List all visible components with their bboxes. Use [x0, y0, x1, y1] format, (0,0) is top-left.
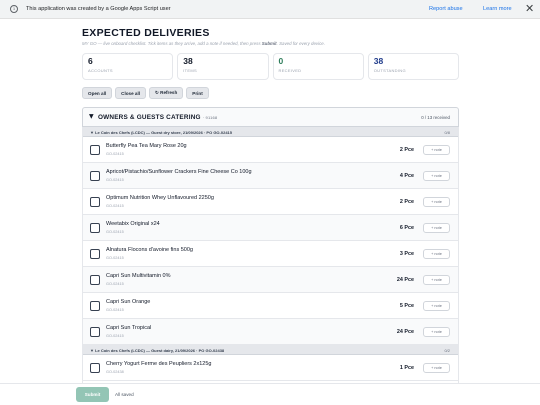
item-checkbox[interactable] [90, 171, 100, 181]
order-received-count: 0/8 [444, 130, 450, 135]
stat-label: OUTSTANDING [373, 68, 406, 74]
item-row: Apricot/Pistachio/Sunflower Crackers Fin… [83, 163, 458, 189]
print-button[interactable]: Print [186, 87, 209, 99]
owner-group-header[interactable]: ▼ OWNERS & GUESTS CATERING · 91168 0 / 13… [82, 107, 459, 127]
item-quantity: 5 Pce [399, 303, 414, 309]
item-checkbox[interactable] [90, 363, 100, 373]
item-name: Weetabix Original x24 [106, 221, 160, 227]
item-checkbox[interactable] [90, 301, 100, 311]
item-name: Alnatura Flocons d'avoine fins 500g [106, 247, 193, 253]
item-po: GO-02415 [106, 204, 124, 208]
item-name: Capri Sun Tropical [106, 325, 152, 331]
add-note-button[interactable]: + note [423, 223, 450, 233]
apps-script-banner: i This application was created by a Goog… [0, 0, 540, 19]
item-quantity: 3 Pce [399, 251, 414, 257]
add-note-button[interactable]: + note [423, 275, 450, 285]
footer-bar: Submit All saved [0, 383, 540, 405]
info-icon: i [10, 5, 18, 13]
order-received-count: 0/2 [444, 348, 450, 353]
item-name: Cherry Yogurt Ferme des Peupliers 2x125g [106, 361, 212, 367]
stat-value: 38 [183, 56, 193, 66]
report-abuse-link[interactable]: Report abuse [429, 6, 463, 12]
add-note-button[interactable]: + note [423, 301, 450, 311]
item-po: GO-02415 [106, 256, 124, 260]
item-checkbox[interactable] [90, 197, 100, 207]
stat-label: ACCOUNTS [88, 68, 113, 74]
item-row: Alnatura Flocons d'avoine fins 500g GO-02… [83, 241, 458, 267]
submit-button[interactable]: Submit [76, 387, 109, 402]
item-checkbox[interactable] [90, 145, 100, 155]
refresh-button[interactable]: ↻ Refresh [149, 87, 184, 99]
item-quantity: 24 Pce [396, 277, 414, 283]
item-row: Optimum Nutrition Whey Unflavoured 2250g… [83, 189, 458, 215]
stat-value: 0 [278, 56, 284, 66]
add-note-button[interactable]: + note [423, 197, 450, 207]
page-subtitle: MY GO — live onboard checklist. Tick ite… [82, 41, 325, 46]
item-quantity: 1 Pce [399, 365, 414, 371]
item-po: GO-02415 [106, 230, 124, 234]
banner-message: This application was created by a Google… [26, 6, 171, 12]
item-name: Capri Sun Orange [106, 299, 151, 305]
item-row: Capri Sun Tropical GO-02415 24 Pce + note [83, 319, 458, 345]
stat-label: RECEIVED [278, 68, 302, 74]
item-row: Butterfly Pea Tea Mary Rose 20g GO-02415 2… [83, 137, 458, 163]
stats-row: 6 ACCOUNTS 38 ITEMS 0 RECEIVED 38 OUTSTA… [82, 53, 459, 80]
item-row: Cherry Yogurt Ferme des Peupliers 2x125g… [83, 355, 458, 381]
item-row: Capri Sun Multivitamin 0% GO-02415 24 Pce +… [83, 267, 458, 293]
add-note-button[interactable]: + note [423, 171, 450, 181]
order-group-header[interactable]: ▼ Le Coin des Chefs (LCDC) — Guest dairy… [83, 345, 458, 355]
add-note-button[interactable]: + note [423, 249, 450, 259]
item-quantity: 2 Pce [399, 199, 414, 205]
stat-outstanding: 38 OUTSTANDING [367, 53, 459, 80]
owner-received-count: 0 / 13 received [421, 115, 450, 120]
open-all-button[interactable]: Open all [82, 87, 113, 99]
stat-label: ITEMS [183, 68, 197, 74]
order-header-text: ▼ Le Coin des Chefs (LCDC) — Guest dairy… [90, 348, 225, 353]
item-po: GO-02438 [106, 370, 124, 374]
add-note-button[interactable]: + note [423, 363, 450, 373]
toolbar: Open all Close all ↻ Refresh Print [82, 87, 209, 99]
add-note-button[interactable]: + note [423, 327, 450, 337]
owner-code: · 91168 [202, 115, 218, 120]
learn-more-link[interactable]: Learn more [483, 6, 512, 12]
stat-accounts: 6 ACCOUNTS [82, 53, 174, 80]
save-status: All saved [115, 392, 134, 397]
item-row: Weetabix Original x24 GO-02415 6 Pce + note [83, 215, 458, 241]
item-checkbox[interactable] [90, 223, 100, 233]
item-name: Optimum Nutrition Whey Unflavoured 2250g [106, 195, 214, 201]
owner-name: OWNERS & GUESTS CATERING · 91168 [98, 114, 218, 121]
item-row: Capri Sun Orange GO-02415 5 Pce + note [83, 293, 458, 319]
order-group-header[interactable]: ▼ Le Coin des Chefs (LCDC) — Guest dry s… [83, 127, 458, 137]
item-quantity: 2 Pce [399, 147, 414, 153]
item-checkbox[interactable] [90, 275, 100, 285]
item-po: GO-02415 [106, 152, 124, 156]
item-po: GO-02415 [106, 282, 124, 286]
close-icon[interactable]: ✕ [525, 3, 534, 14]
item-po: GO-02415 [106, 178, 124, 182]
collapse-triangle-icon: ▼ [89, 113, 94, 120]
item-checkbox[interactable] [90, 327, 100, 337]
stat-items: 38 ITEMS [177, 53, 269, 80]
item-po: GO-02415 [106, 308, 124, 312]
page-title: EXPECTED DELIVERIES [82, 27, 210, 39]
item-quantity: 4 Pce [399, 173, 414, 179]
add-note-button[interactable]: + note [423, 145, 450, 155]
stat-value: 38 [373, 56, 384, 66]
item-po: GO-02415 [106, 334, 124, 338]
delivery-list[interactable]: ▼ Le Coin des Chefs (LCDC) — Guest dry s… [82, 127, 459, 384]
item-name: Capri Sun Multivitamin 0% [106, 273, 171, 279]
item-checkbox[interactable] [90, 249, 100, 259]
item-quantity: 24 Pce [396, 329, 414, 335]
order-header-text: ▼ Le Coin des Chefs (LCDC) — Guest dry s… [90, 130, 233, 135]
item-quantity: 6 Pce [399, 225, 414, 231]
item-name: Apricot/Pistachio/Sunflower Crackers Fin… [106, 169, 252, 175]
stat-received: 0 RECEIVED [272, 53, 364, 80]
item-name: Butterfly Pea Tea Mary Rose 20g [106, 143, 187, 149]
stat-value: 6 [88, 56, 93, 66]
close-all-button[interactable]: Close all [115, 87, 147, 99]
